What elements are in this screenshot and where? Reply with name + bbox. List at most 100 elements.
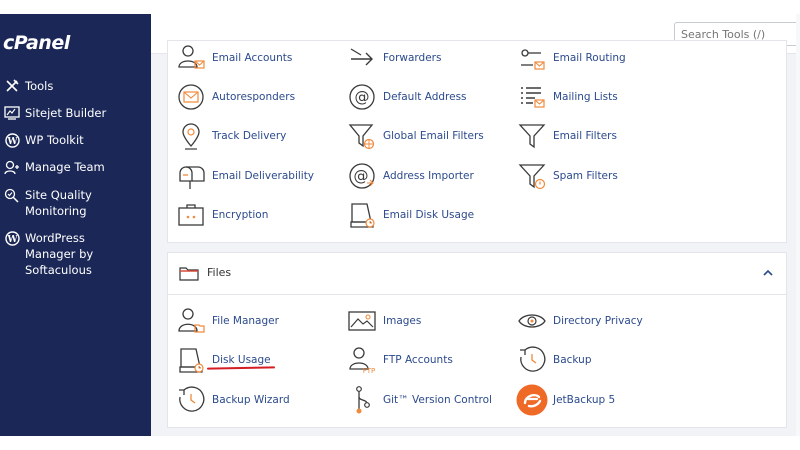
global-filter-icon	[346, 120, 378, 152]
sidebar-item-label: Tools	[25, 79, 54, 93]
tool-git-version-control[interactable]: Git™ Version Control	[346, 384, 492, 416]
tool-file-manager[interactable]: File Manager	[175, 305, 279, 337]
tool-email-routing[interactable]: Email Routing	[516, 42, 626, 74]
mailbox-icon	[175, 160, 207, 192]
sidebar-item-label: Manage Team	[25, 160, 105, 174]
sidebar-item-label: Site Quality Monitoring	[25, 188, 92, 218]
tool-label: Email Disk Usage	[383, 209, 475, 221]
sidebar: cPanel Tools Sitejet Builder W WP Toolki…	[0, 14, 151, 436]
tool-ftp-accounts[interactable]: FTP FTP Accounts	[346, 344, 453, 376]
tool-email-accounts[interactable]: Email Accounts	[175, 42, 292, 74]
tool-label: Disk Usage	[212, 354, 271, 366]
tool-label: Backup	[553, 354, 592, 366]
tool-directory-privacy[interactable]: Directory Privacy	[516, 305, 643, 337]
git-icon	[346, 384, 378, 416]
tools-icon	[3, 78, 21, 94]
tool-backup[interactable]: Backup	[516, 344, 592, 376]
tool-mailing-lists[interactable]: Mailing Lists	[516, 81, 618, 113]
disk-usage-icon	[175, 344, 207, 376]
tool-label: Git™ Version Control	[383, 394, 492, 406]
tool-track-delivery[interactable]: Track Delivery	[175, 120, 286, 152]
section-title: Files	[207, 266, 232, 279]
tool-label: Track Delivery	[212, 130, 287, 142]
spam-filter-icon	[516, 160, 548, 192]
files-section-header[interactable]: Files	[168, 253, 786, 295]
ftp-accounts-icon: FTP	[346, 344, 378, 376]
forwarders-icon	[346, 42, 378, 74]
sidebar-item-label: WordPress Manager by Softaculous	[25, 231, 94, 277]
sidebar-item-wp-toolkit[interactable]: W WP Toolkit	[3, 132, 84, 148]
svg-text:@: @	[354, 167, 369, 185]
images-icon	[346, 305, 378, 337]
tool-label: Forwarders	[383, 52, 442, 64]
tool-label: Email Accounts	[212, 52, 293, 64]
tool-global-email-filters[interactable]: Global Email Filters	[346, 120, 484, 152]
tool-label: Backup Wizard	[212, 394, 290, 406]
filter-icon	[516, 120, 548, 152]
tool-label: Encryption	[212, 209, 269, 221]
site-quality-icon	[3, 187, 21, 203]
tool-email-filters[interactable]: Email Filters	[516, 120, 617, 152]
tool-autoresponders[interactable]: Autoresponders	[175, 81, 295, 113]
track-delivery-icon	[175, 120, 207, 152]
tool-encryption[interactable]: Encryption	[175, 199, 268, 231]
sidebar-item-label: WP Toolkit	[25, 133, 84, 147]
folder-icon	[179, 266, 199, 281]
at-sign-icon: @	[346, 81, 378, 113]
tool-label: Mailing Lists	[553, 91, 618, 103]
tool-label: Spam Filters	[553, 170, 618, 182]
tool-forwarders[interactable]: Forwarders	[346, 42, 441, 74]
bottom-margin	[0, 436, 800, 450]
svg-text:FTP: FTP	[363, 367, 375, 375]
tool-label: FTP Accounts	[383, 354, 453, 366]
tool-backup-wizard[interactable]: Backup Wizard	[175, 384, 290, 416]
email-disk-usage-icon	[346, 199, 378, 231]
wordpress-icon: W	[3, 132, 21, 148]
tool-label: Email Routing	[553, 52, 626, 64]
chevron-up-icon[interactable]	[762, 267, 774, 279]
sidebar-item-tools[interactable]: Tools	[3, 78, 53, 94]
cpanel-window: cPanel Tools Sitejet Builder W WP Toolki…	[0, 0, 800, 450]
tool-label: File Manager	[212, 315, 279, 327]
tool-label: JetBackup 5	[553, 394, 616, 406]
scrollbar-track[interactable]	[796, 14, 800, 436]
tool-label: Autoresponders	[212, 91, 296, 103]
tool-label: Address Importer	[383, 170, 474, 182]
svg-text:W: W	[6, 235, 18, 245]
backup-wizard-icon	[175, 384, 207, 416]
tool-default-address[interactable]: @ Default Address	[346, 81, 467, 113]
tool-email-disk-usage[interactable]: Email Disk Usage	[346, 199, 474, 231]
autoresponders-icon	[175, 81, 207, 113]
sidebar-item-wordpress-manager[interactable]: W WordPress Manager by Softaculous	[3, 230, 135, 278]
tool-label: Default Address	[383, 91, 467, 103]
tool-label: Directory Privacy	[553, 315, 643, 327]
backup-icon	[516, 344, 548, 376]
tool-label: Global Email Filters	[383, 130, 484, 142]
tool-disk-usage[interactable]: Disk Usage	[175, 344, 271, 376]
cpanel-logo[interactable]: cPanel	[3, 32, 70, 54]
tool-label: Images	[383, 315, 422, 327]
tool-images[interactable]: Images	[346, 305, 421, 337]
tool-email-deliverability[interactable]: Email Deliverability	[175, 160, 314, 192]
eye-icon	[516, 305, 548, 337]
sidebar-item-manage-team[interactable]: Manage Team	[3, 159, 105, 175]
tool-address-importer[interactable]: @ Address Importer	[346, 160, 474, 192]
email-accounts-icon	[175, 42, 207, 74]
email-routing-icon	[516, 42, 548, 74]
sidebar-item-site-quality[interactable]: Site Quality Monitoring	[3, 187, 92, 219]
manage-team-icon	[3, 159, 21, 175]
file-manager-icon	[175, 305, 207, 337]
tool-spam-filters[interactable]: Spam Filters	[516, 160, 618, 192]
mailing-lists-icon	[516, 81, 548, 113]
encryption-icon	[175, 199, 207, 231]
svg-text:W: W	[6, 137, 18, 147]
sidebar-item-sitejet[interactable]: Sitejet Builder	[3, 105, 106, 121]
wordpress-icon: W	[3, 230, 21, 246]
jetbackup-icon	[516, 384, 548, 416]
tool-label: Email Filters	[553, 130, 617, 142]
svg-text:@: @	[355, 88, 370, 106]
tool-label: Email Deliverability	[212, 170, 315, 182]
top-margin	[0, 0, 800, 14]
tool-jetbackup[interactable]: JetBackup 5	[516, 384, 615, 416]
address-importer-icon: @	[346, 160, 378, 192]
